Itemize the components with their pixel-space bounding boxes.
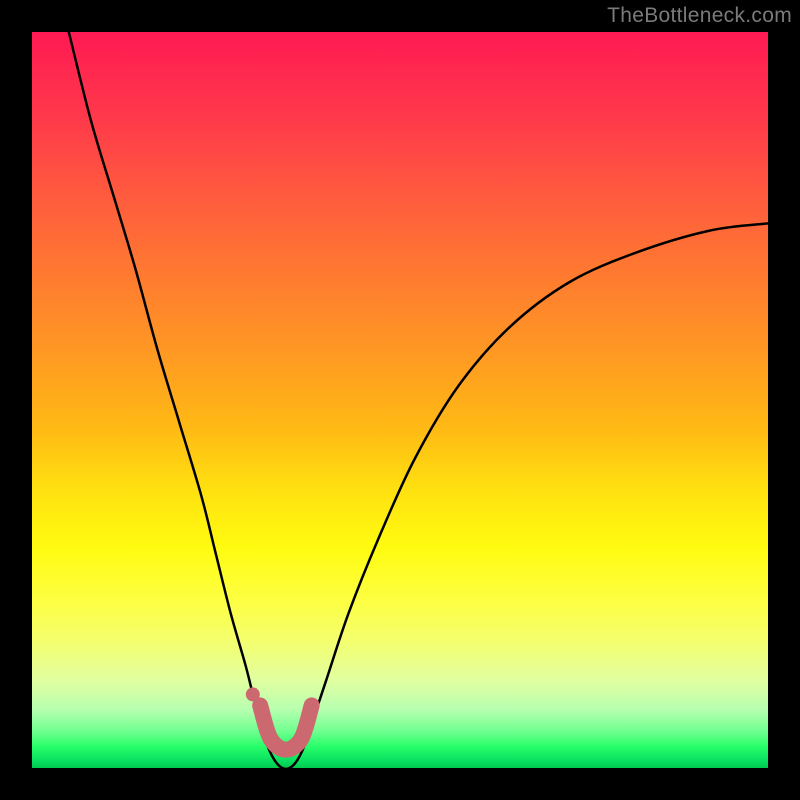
curve-layer: [32, 32, 768, 768]
trough-highlight: [260, 705, 312, 749]
trough-dot: [246, 687, 260, 701]
chart-frame: TheBottleneck.com: [0, 0, 800, 800]
plot-area: [32, 32, 768, 768]
bottleneck-curve: [69, 32, 768, 768]
watermark-text: TheBottleneck.com: [607, 4, 792, 28]
